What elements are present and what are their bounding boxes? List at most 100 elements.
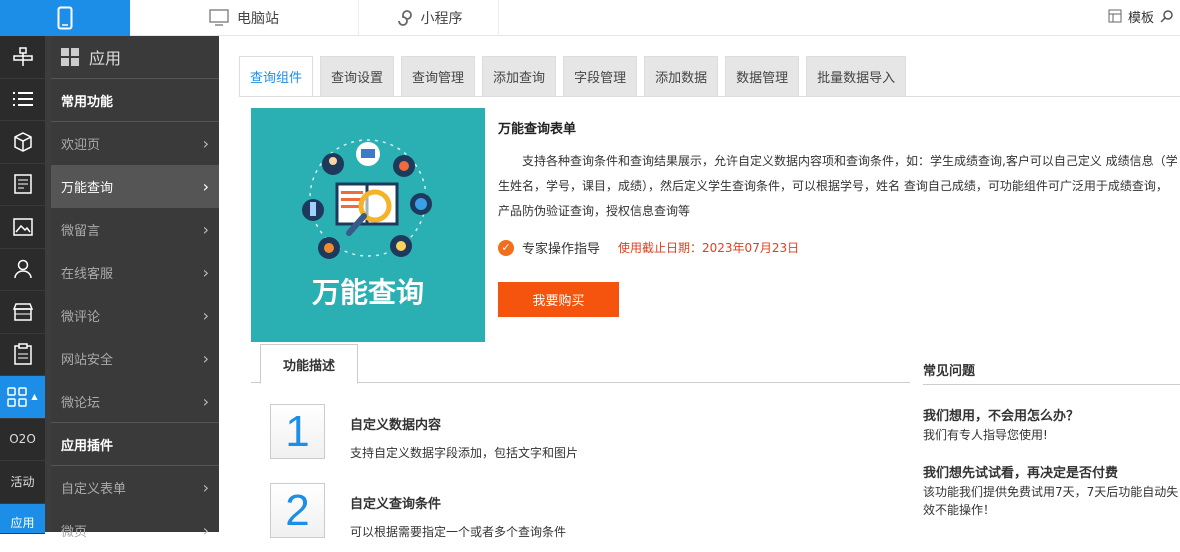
- main-content: 查询组件 查询设置 查询管理 添加查询 字段管理 添加数据 数据管理 批量数据导…: [219, 36, 1180, 539]
- rail-item-list[interactable]: [0, 79, 45, 121]
- rail-label-o2o: O2O: [9, 432, 36, 447]
- faq-divider: [923, 384, 1180, 385]
- sidebar-item-label: 网站安全: [61, 353, 114, 368]
- icon-rail: ▲ O2O 活动 应用: [0, 36, 45, 534]
- sidebar-item-micro-page[interactable]: 微页 ›: [51, 509, 219, 552]
- sidebar-header: 应用: [51, 36, 219, 79]
- apps-grid-icon: [7, 387, 28, 407]
- sidebar-item-label: 自定义表单: [61, 482, 127, 497]
- chevron-right-icon: ›: [202, 263, 209, 282]
- tab-query-management[interactable]: 查询管理: [401, 56, 476, 96]
- tab-add-query[interactable]: 添加查询: [482, 56, 557, 96]
- sidebar-item-label: 微留言: [61, 224, 101, 239]
- rail-item-app-text[interactable]: 应用: [0, 503, 45, 534]
- faq-question: 我们想先试试看，再决定是否付费: [923, 466, 1119, 481]
- sidebar-item-forum[interactable]: 微论坛 ›: [51, 380, 219, 423]
- tab-add-data[interactable]: 添加数据: [644, 56, 719, 96]
- monitor-icon: [209, 9, 229, 26]
- rail-item-shop[interactable]: [0, 291, 45, 334]
- search-icon[interactable]: [1160, 9, 1174, 23]
- sitemap-icon: [12, 47, 33, 66]
- rail-item-clipboard[interactable]: [0, 334, 45, 376]
- chevron-right-icon: ›: [202, 220, 209, 239]
- mini-program-tab[interactable]: 小程序: [359, 0, 499, 36]
- rail-item-member[interactable]: [0, 249, 45, 291]
- expert-guide-label: 专家操作指导: [522, 242, 601, 257]
- mini-program-label: 小程序: [420, 11, 463, 27]
- feature-number: 2: [270, 483, 325, 538]
- product-hero-image: 万能查询: [251, 108, 485, 342]
- sidebar-item-label: 微论坛: [61, 395, 101, 411]
- faq-panel: 常见问题 我们想用，不会用怎么办？ 我们有专人指导您使用! 我们想先试试看，再决…: [923, 354, 1180, 519]
- check-circle-icon: ✓: [498, 239, 514, 256]
- chevron-right-icon: ›: [202, 177, 209, 196]
- chevron-right-icon: ›: [202, 521, 209, 540]
- chevron-right-icon: ›: [202, 391, 209, 411]
- store-icon: [12, 303, 33, 321]
- rail-item-apps[interactable]: ▲: [0, 376, 45, 419]
- hero-title: 万能查询: [311, 276, 424, 309]
- cube-icon: [13, 131, 32, 152]
- image-icon: [12, 218, 33, 236]
- faq-question: 我们想用，不会用怎么办？: [923, 409, 1080, 424]
- feature-title: 自定义查询条件: [350, 497, 442, 512]
- rail-item-article[interactable]: [0, 164, 45, 206]
- sidebar-item-online-service[interactable]: 在线客服 ›: [51, 251, 219, 294]
- tab-divider: [239, 96, 1180, 97]
- sidebar-item-label: 万能查询: [61, 181, 114, 196]
- document-icon: [13, 174, 32, 194]
- buy-button[interactable]: 我要购买: [498, 282, 619, 317]
- feature-desc: 支持自定义数据字段添加，包括文字和图片: [350, 446, 579, 460]
- tab-field-management[interactable]: 字段管理: [563, 56, 638, 96]
- sidebar: 应用 常用功能 欢迎页 › 万能查询 › 微留言 › 在线客服 › 微评论 › 网站安全 ›…: [51, 36, 219, 540]
- feature-number: 1: [270, 404, 325, 459]
- rail-item-gallery[interactable]: [0, 206, 45, 249]
- mobile-phone-icon: [57, 6, 73, 30]
- tab-batch-import[interactable]: 批量数据导入: [806, 56, 907, 96]
- tab-feature-description[interactable]: 功能描述: [260, 344, 358, 384]
- magnifier-book-illustration: [302, 139, 432, 259]
- expert-guide-row: ✓ 专家操作指导 使用截止日期：2023年07月23日: [498, 238, 1178, 257]
- product-description: 支持各种查询条件和查询结果展示，允许自定义数据内容项和查询条件，如：学生成绩查询…: [498, 154, 1178, 218]
- tab-query-settings[interactable]: 查询设置: [320, 56, 395, 96]
- sidebar-item-label: 在线客服: [61, 267, 114, 282]
- faq-title: 常见问题: [923, 363, 976, 379]
- mobile-site-tab[interactable]: [0, 0, 130, 36]
- chevron-right-icon: ›: [202, 134, 209, 153]
- sidebar-item-message[interactable]: 微留言 ›: [51, 208, 219, 251]
- user-icon: [13, 260, 32, 279]
- rail-item-activity[interactable]: 活动: [0, 461, 45, 504]
- sidebar-item-security[interactable]: 网站安全 ›: [51, 337, 219, 380]
- sidebar-item-welcome[interactable]: 欢迎页 ›: [51, 122, 219, 165]
- apps-icon: [61, 48, 79, 66]
- list-icon: [12, 92, 33, 107]
- desktop-site-label: 电脑站: [237, 11, 279, 27]
- template-button[interactable]: 模板: [1108, 0, 1174, 32]
- sidebar-item-label: 欢迎页: [61, 138, 101, 153]
- chevron-right-icon: ›: [202, 478, 209, 497]
- sidebar-item-universal-query[interactable]: 万能查询 ›: [51, 165, 219, 208]
- sidebar-item-label: 微评论: [61, 310, 101, 325]
- chevron-right-icon: ›: [202, 349, 209, 368]
- tab-query-component[interactable]: 查询组件: [239, 56, 314, 96]
- rail-item-product[interactable]: [0, 121, 45, 164]
- tab-data-management[interactable]: 数据管理: [725, 56, 800, 96]
- sidebar-item-comment[interactable]: 微评论 ›: [51, 294, 219, 337]
- template-label: 模板: [1127, 10, 1154, 26]
- tab-bar: 查询组件 查询设置 查询管理 添加查询 字段管理 添加数据 数据管理 批量数据导…: [239, 56, 907, 96]
- rail-item-site[interactable]: [0, 36, 45, 79]
- caret-up-icon: ▲: [31, 392, 38, 402]
- sidebar-group-common: 常用功能: [51, 79, 219, 122]
- sidebar-item-label: 微页: [61, 525, 88, 540]
- chevron-right-icon: ›: [202, 306, 209, 325]
- rail-item-o2o[interactable]: O2O: [0, 419, 45, 461]
- template-icon: [1108, 9, 1122, 23]
- top-bar: 电脑站 小程序 模板: [0, 0, 1180, 36]
- desktop-site-tab[interactable]: 电脑站: [130, 0, 359, 36]
- faq-answer: 该功能我们提供免费试用7天，7天后功能自动失效不能操作！: [923, 485, 1179, 517]
- expiry-date: 使用截止日期：2023年07月23日: [618, 241, 800, 255]
- clipboard-icon: [13, 343, 32, 365]
- sidebar-item-custom-form[interactable]: 自定义表单 ›: [51, 466, 219, 509]
- mini-program-icon: [397, 10, 412, 26]
- sidebar-title: 应用: [89, 49, 122, 68]
